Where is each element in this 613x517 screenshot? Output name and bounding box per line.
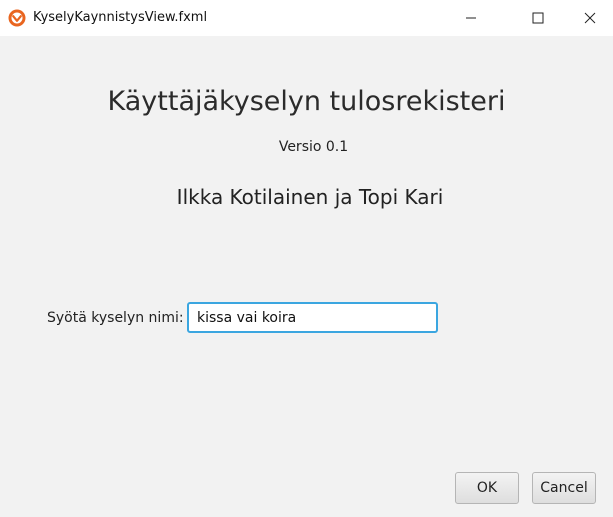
app-logo-icon bbox=[8, 9, 26, 27]
maximize-button[interactable] bbox=[515, 0, 561, 36]
authors-label: Ilkka Kotilainen ja Topi Kari bbox=[176, 185, 444, 209]
minimize-icon bbox=[466, 17, 476, 19]
cancel-button[interactable]: Cancel bbox=[532, 472, 596, 504]
page-title: Käyttäjäkyselyn tulosrekisteri bbox=[107, 86, 506, 117]
survey-name-input[interactable] bbox=[187, 302, 438, 333]
close-icon bbox=[584, 12, 596, 24]
survey-name-label: Syötä kyselyn nimi: bbox=[47, 310, 184, 326]
minimize-button[interactable] bbox=[448, 0, 494, 36]
version-label: Versio 0.1 bbox=[278, 139, 349, 155]
ok-button[interactable]: OK bbox=[455, 472, 519, 504]
close-button[interactable] bbox=[567, 0, 613, 36]
maximize-icon bbox=[532, 12, 544, 24]
window-title: KyselyKaynnistysView.fxml bbox=[33, 10, 208, 25]
title-bar[interactable]: KyselyKaynnistysView.fxml bbox=[0, 0, 613, 36]
